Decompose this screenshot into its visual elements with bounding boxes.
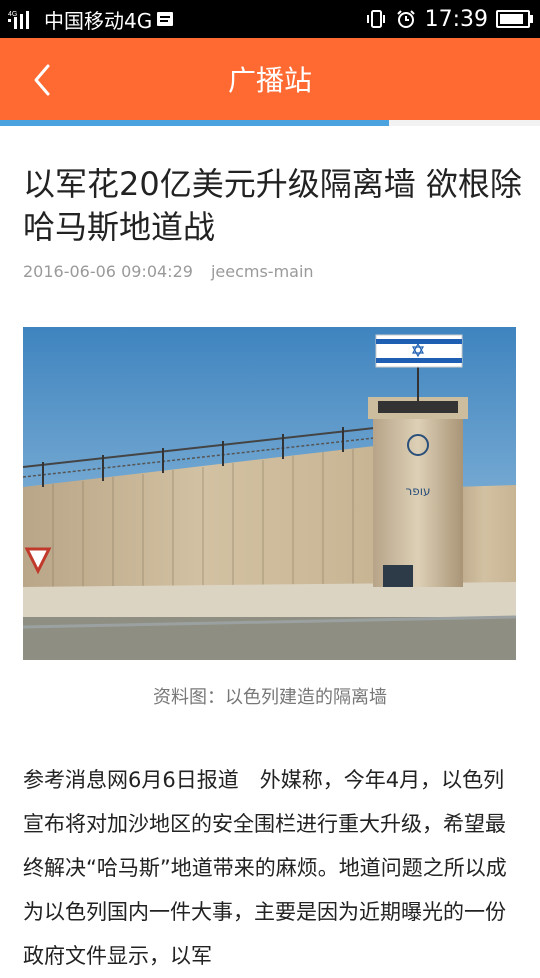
page-title: 广播站 — [227, 64, 312, 97]
top-app-bar: 广播站 — [0, 38, 540, 120]
alarm-icon — [396, 10, 415, 28]
page-load-progress-fill — [0, 120, 389, 126]
battery-icon — [496, 10, 533, 28]
page-load-progress — [0, 120, 540, 126]
status-right: 17:39 — [365, 0, 533, 38]
article-photo: עופר — [23, 327, 516, 660]
article-source: jeecms-main — [210, 262, 314, 281]
svg-text:4G: 4G — [8, 11, 17, 18]
sim-icon — [157, 12, 174, 26]
status-bar: 4G 中国移动4G 17:39 — [0, 0, 540, 38]
photo-caption: 资料图：以色列建造的隔离墙 — [153, 687, 387, 708]
carrier-name: 中国移动4G — [44, 8, 153, 33]
article-body: 参考消息网6月6日报道 外媒称，今年4月，以色列宣布将对加沙地区的安全围栏进行重… — [23, 768, 507, 968]
article-meta: 2016-06-06 09:04:29 jeecms-main — [23, 262, 314, 281]
vibrate-icon — [366, 10, 385, 28]
article-title: 以军花20亿美元升级隔离墙 欲根除哈马斯地道战 — [23, 165, 522, 246]
article-date: 2016-06-06 09:04:29 — [23, 262, 193, 281]
separation-wall-photo: עופר — [23, 327, 516, 660]
tower-sign-text: עופר — [405, 484, 430, 498]
signal-icon: 4G — [8, 11, 29, 29]
clock-time: 17:39 — [424, 6, 488, 32]
battery-level — [500, 14, 523, 24]
status-left: 4G 中国移动4G — [8, 5, 176, 34]
